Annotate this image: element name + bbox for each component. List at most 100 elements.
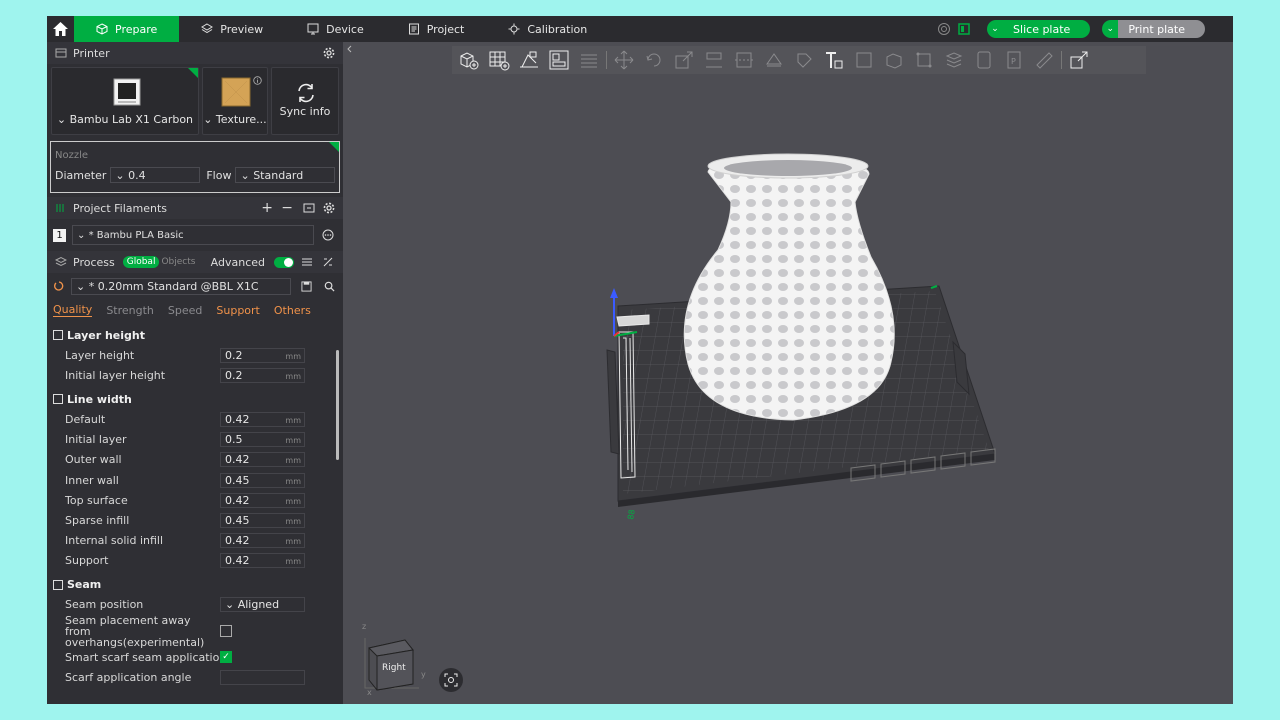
setting-value: 0.42 [225, 412, 250, 426]
flow-value: Standard [253, 168, 304, 182]
sidebar-scrollbar[interactable] [336, 350, 339, 460]
group-seam: Seam [47, 575, 343, 595]
process-section-header: Process Global Objects Advanced [47, 251, 343, 273]
filament-sync-icon[interactable] [303, 202, 315, 214]
chevron-down-icon[interactable]: ⌄ [987, 20, 1004, 38]
sync-info-button[interactable]: Sync info [270, 67, 340, 135]
gear-icon[interactable] [323, 47, 335, 59]
flow-label: Flow [206, 168, 232, 182]
tab-support[interactable]: Support [216, 304, 259, 317]
build-plate-scene[interactable]: 88 [343, 42, 1233, 704]
setting-unit: mm [285, 415, 301, 425]
slice-plate-button[interactable]: ⌄ Slice plate [987, 20, 1091, 38]
flow-select[interactable]: ⌄ Standard [235, 167, 335, 183]
plate-select-card[interactable]: ⌄ Texture... [201, 67, 268, 135]
process-preset-select[interactable]: ⌄ * 0.20mm Standard @BBL X1C [71, 277, 291, 295]
setting-input[interactable]: 0.45 mm [220, 472, 305, 488]
save-icon[interactable] [301, 280, 312, 292]
network-icon[interactable] [937, 22, 951, 36]
reset-icon[interactable] [53, 280, 65, 292]
left-sidebar: Printer ⌄ Bambu Lab X1 Carbon ⌄ Texture.… [47, 42, 343, 704]
setting-unit: mm [285, 476, 301, 486]
setting-input[interactable]: 0.42 mm [220, 553, 305, 569]
setting-label: Outer wall [65, 453, 122, 467]
view-cube-face-label[interactable]: Right [382, 663, 406, 673]
setting-input[interactable]: 0.42 mm [220, 492, 305, 508]
tab-prepare[interactable]: Prepare [74, 16, 180, 42]
setting-label: Default [65, 412, 106, 426]
plate-name: ⌄ Texture... [203, 113, 267, 126]
seam-placement-checkbox[interactable] [220, 625, 232, 638]
printer-thumbnail-icon [113, 78, 141, 106]
tab-project-label: Project [426, 22, 465, 36]
setting-input[interactable]: 0.42 mm [220, 533, 305, 549]
sync-icon [298, 83, 314, 103]
plate-handle [606, 349, 620, 455]
scarf-seam-checkbox[interactable]: ✓ [220, 651, 232, 664]
tab-calibration[interactable]: Calibration [486, 16, 609, 42]
tab-strength[interactable]: Strength [106, 304, 154, 317]
sync-label: Sync info [279, 105, 331, 118]
list-icon[interactable] [301, 256, 313, 268]
plate-name-text: Texture... [215, 113, 267, 126]
remove-filament-icon[interactable]: − [281, 200, 293, 216]
setting-input[interactable]: 0.45 mm [220, 512, 305, 528]
group-seam-title: Seam [67, 578, 102, 592]
setting-value: 0.42 [225, 534, 250, 548]
selected-corner-icon [187, 68, 198, 78]
setting-input[interactable]: 0.2 mm [220, 347, 305, 363]
tab-others[interactable]: Others [274, 304, 311, 317]
diameter-select[interactable]: ⌄ 0.4 [110, 167, 201, 183]
tab-project[interactable]: Project [386, 16, 487, 42]
setting-input[interactable]: 0.5 mm [220, 432, 305, 448]
search-icon[interactable] [324, 281, 335, 292]
advanced-toggle[interactable] [274, 256, 294, 268]
seam-position-select[interactable]: ⌄ Aligned [220, 597, 305, 613]
gear-icon[interactable] [323, 202, 335, 214]
setting-input[interactable]: 0.42 mm [220, 411, 305, 427]
project-icon [408, 23, 419, 35]
tab-preview[interactable]: Preview [179, 16, 285, 42]
print-plate-button[interactable]: ⌄ Print plate [1102, 20, 1205, 38]
nozzle-panel: Nozzle Diameter ⌄ 0.4 Flow ⌄ Standard [50, 141, 340, 193]
setting-unit: mm [285, 371, 301, 381]
top-bar: Prepare Preview Device Project Calibrati… [47, 16, 1233, 42]
layer-height-icon [53, 330, 63, 340]
3d-viewport[interactable]: P 88 Right z y x [343, 42, 1233, 704]
diameter-value: 0.4 [128, 168, 146, 182]
chevron-down-icon[interactable]: ⌄ [1102, 20, 1119, 38]
tab-speed[interactable]: Speed [168, 304, 202, 317]
setting-input[interactable] [220, 669, 305, 685]
process-icon [55, 256, 67, 267]
filaments-section-header: Project Filaments + − [47, 197, 343, 219]
setting-label: Seam placement away from overhangs(exper… [65, 613, 205, 649]
setting-input[interactable]: 0.42 mm [220, 452, 305, 468]
screenshot-button[interactable] [439, 668, 463, 692]
process-header-label: Process [73, 255, 115, 269]
more-options-icon[interactable] [322, 229, 334, 241]
setting-label: Sparse infill [65, 513, 130, 527]
filament-number[interactable]: 1 [53, 228, 66, 242]
multi-device-icon[interactable] [957, 22, 971, 36]
setting-row: Seam placement away from overhangs(exper… [47, 613, 343, 649]
setting-row: Support 0.42 mm [47, 551, 343, 571]
add-filament-icon[interactable]: + [261, 200, 273, 216]
printer-section-header: Printer [47, 42, 343, 64]
info-icon[interactable] [253, 76, 262, 85]
tab-device-label: Device [326, 22, 364, 36]
objects-tag[interactable]: Objects [161, 257, 195, 267]
filament-select[interactable]: ⌄ * Bambu PLA Basic [72, 225, 314, 245]
tab-device[interactable]: Device [285, 16, 386, 42]
setting-input[interactable]: 0.2 mm [220, 367, 305, 383]
home-button[interactable] [47, 16, 74, 42]
printer-icon [55, 48, 67, 58]
voronoi-vase-model[interactable] [683, 153, 895, 421]
printer-select-card[interactable]: ⌄ Bambu Lab X1 Carbon [51, 67, 199, 135]
setting-row: Initial layer height 0.2 mm [47, 365, 343, 385]
setting-row: Default 0.42 mm [47, 409, 343, 429]
global-tag[interactable]: Global [122, 256, 160, 268]
compare-icon[interactable] [322, 256, 334, 268]
tab-quality[interactable]: Quality [53, 303, 93, 317]
group-layer-height: Layer height [47, 325, 343, 345]
view-cube[interactable]: Right z y x [357, 622, 427, 700]
